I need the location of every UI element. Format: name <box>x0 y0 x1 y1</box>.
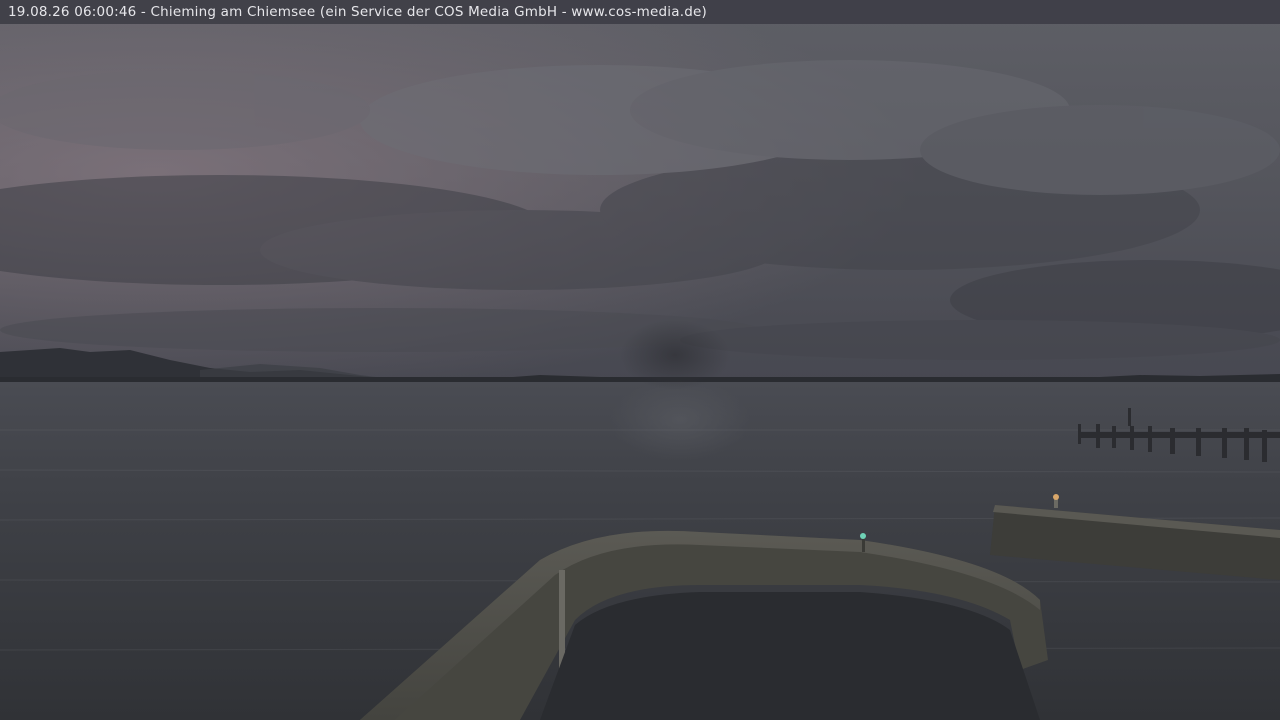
timestamp-caption: 19.08.26 06:00:46 - Chieming am Chiemsee… <box>8 4 707 20</box>
harbour-basin <box>540 592 1040 720</box>
lake-webcam-image <box>0 0 1280 720</box>
caption-bar: 19.08.26 06:00:46 - Chieming am Chiemsee… <box>0 0 1280 24</box>
webcam-frame: 19.08.26 06:00:46 - Chieming am Chiemsee… <box>0 0 1280 720</box>
